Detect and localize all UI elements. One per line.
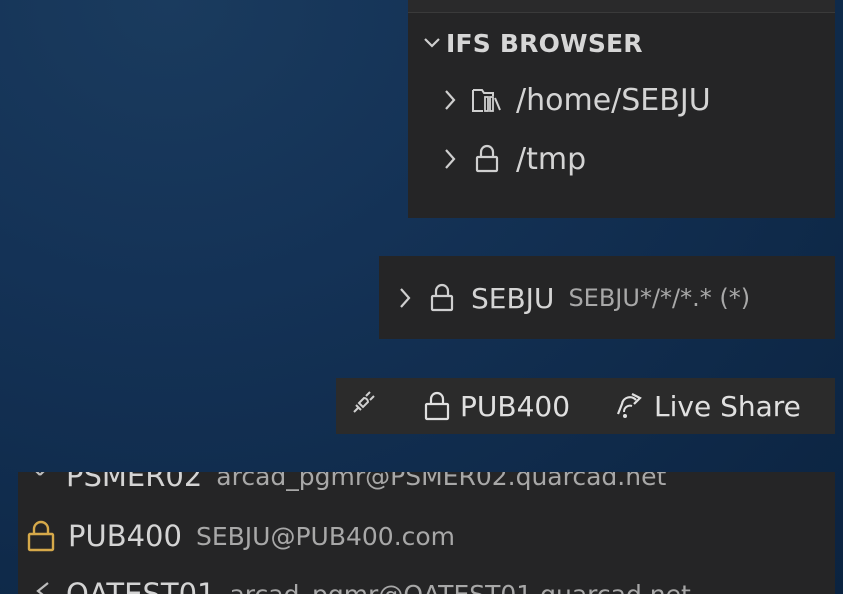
chevron-right-icon xyxy=(436,85,464,115)
connection-status-item[interactable]: PUB400 xyxy=(422,390,570,423)
ifs-item-home-label: /home/SEBJU xyxy=(516,82,711,118)
connection-name: PUB400 xyxy=(68,519,182,553)
lock-icon xyxy=(419,280,465,316)
chevron-right-icon xyxy=(391,283,419,313)
ifs-browser-title: IFS BROWSER xyxy=(446,28,643,58)
connections-list: PSMER02 arcad_pgmr@PSMER02.quarcad.net P… xyxy=(18,472,835,594)
library-filter-panel: SEBJU SEBJU*/*/*.* (*) xyxy=(379,256,835,339)
connection-host: arcad_pgmr@PSMER02.quarcad.net xyxy=(216,472,667,491)
ifs-item-home[interactable]: /home/SEBJU xyxy=(436,82,711,118)
folder-library-icon xyxy=(464,82,510,118)
status-bar: PUB400 Live Share xyxy=(336,378,835,434)
status-bar-items: PUB400 Live Share xyxy=(346,388,801,424)
disconnected-icon xyxy=(26,579,66,594)
panel-top-border xyxy=(408,0,835,13)
live-share-label: Live Share xyxy=(654,389,801,423)
ifs-browser-header[interactable]: IFS BROWSER xyxy=(418,28,643,58)
ifs-item-tmp-label: /tmp xyxy=(516,141,587,177)
plug-icon xyxy=(346,386,380,427)
live-share-icon xyxy=(612,390,646,422)
connection-host: arcad_pgmr@QATEST01.quarcad.net xyxy=(229,579,691,594)
library-filter-description: SEBJU*/*/*.* (*) xyxy=(568,284,751,312)
connection-name: QATEST01 xyxy=(66,577,216,594)
lock-icon xyxy=(464,141,510,177)
connection-item[interactable]: QATEST01 arcad_pgmr@QATEST01.quarcad.net xyxy=(26,574,691,594)
chevron-down-icon xyxy=(418,28,446,58)
connection-status-label: PUB400 xyxy=(460,389,571,423)
disconnected-icon xyxy=(26,472,66,491)
ifs-browser-panel: IFS BROWSER /home/SEBJU /tmp xyxy=(408,0,835,218)
connection-name: PSMER02 xyxy=(66,472,203,493)
library-filter-item[interactable]: SEBJU SEBJU*/*/*.* (*) xyxy=(391,280,750,316)
live-share-button[interactable]: Live Share xyxy=(612,390,801,423)
connection-item[interactable]: PSMER02 arcad_pgmr@PSMER02.quarcad.net xyxy=(26,472,666,496)
lock-icon xyxy=(26,520,68,552)
connection-item[interactable]: PUB400 SEBJU@PUB400.com xyxy=(26,516,455,556)
library-filter-name: SEBJU xyxy=(471,281,555,315)
ifs-item-tmp[interactable]: /tmp xyxy=(436,141,586,177)
plug-button[interactable] xyxy=(346,386,380,427)
chevron-right-icon xyxy=(436,144,464,174)
lock-icon xyxy=(422,390,452,422)
connection-host: SEBJU@PUB400.com xyxy=(195,521,456,551)
